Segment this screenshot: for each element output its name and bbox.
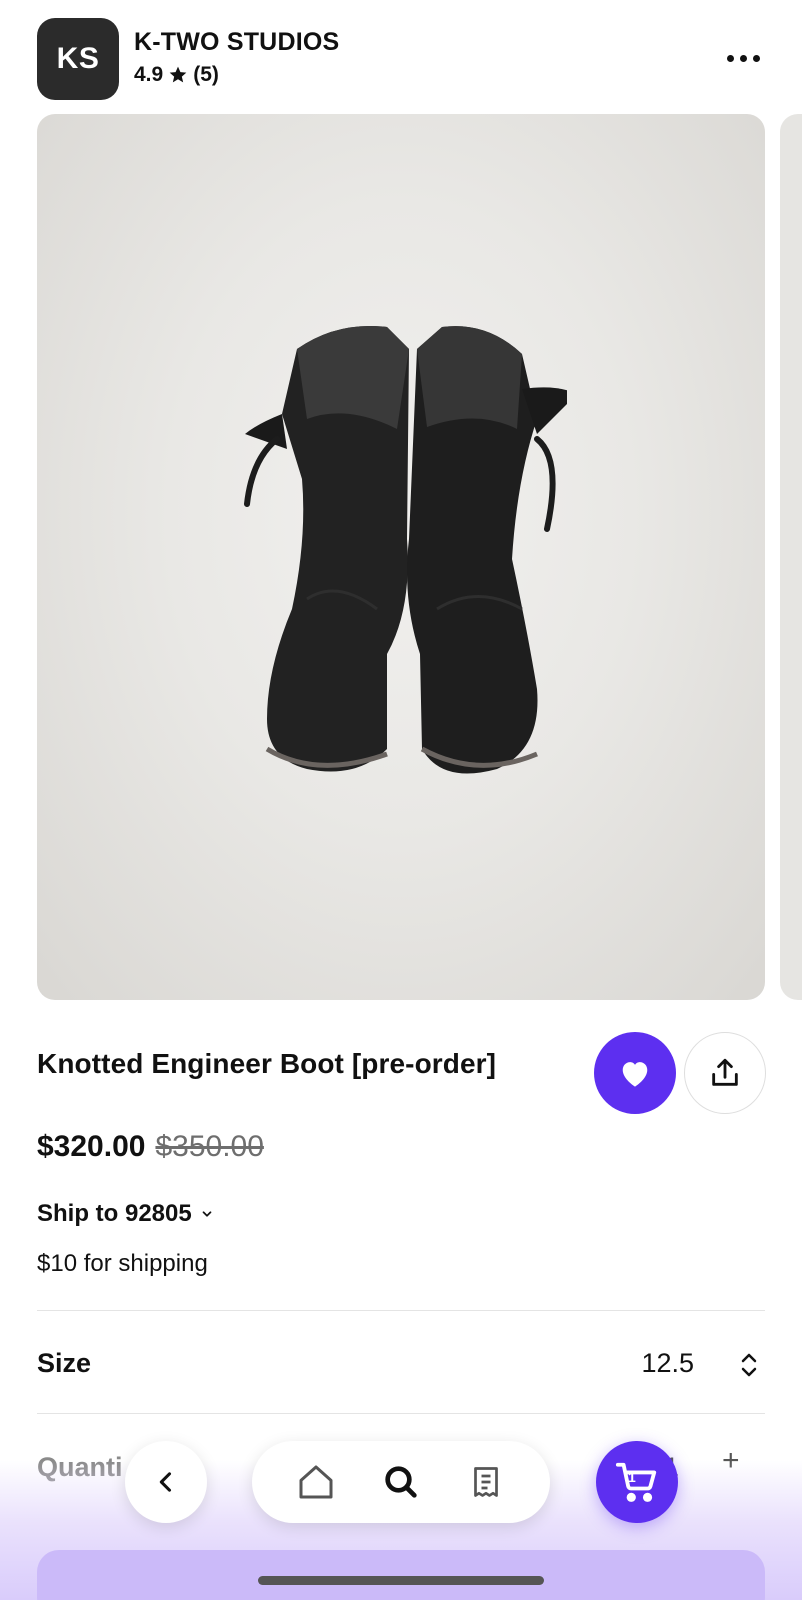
divider <box>37 1310 765 1311</box>
back-button[interactable] <box>125 1441 207 1523</box>
chevron-down-icon <box>202 1211 212 1217</box>
more-dot-icon <box>752 54 760 62</box>
product-photo-boots <box>244 325 567 774</box>
ship-to-selector[interactable]: Ship to 92805 <box>37 1200 214 1228</box>
shop-rating[interactable]: 4.9 (5) <box>134 63 219 87</box>
current-price: $320.00 <box>37 1130 146 1163</box>
more-options-button[interactable] <box>721 46 765 70</box>
home-icon <box>299 1465 333 1499</box>
up-down-chevron-icon[interactable] <box>738 1350 760 1380</box>
share-icon <box>712 1058 738 1086</box>
receipt-icon <box>473 1467 498 1497</box>
share-button[interactable] <box>684 1032 766 1114</box>
price-row: $320.00 $350.00 <box>37 1130 264 1164</box>
divider <box>37 1413 765 1414</box>
original-price: $350.00 <box>155 1130 264 1163</box>
product-title: Knotted Engineer Boot [pre-order] <box>37 1048 497 1079</box>
shop-avatar[interactable]: KS <box>37 18 119 100</box>
shop-initials: KS <box>56 42 100 75</box>
cart-count-badge: 1 <box>628 1469 636 1485</box>
shop-name[interactable]: K-TWO STUDIOS <box>134 28 339 57</box>
review-count: (5) <box>193 63 219 86</box>
nav-search[interactable] <box>379 1460 423 1504</box>
add-to-cart-bar[interactable] <box>37 1550 765 1600</box>
more-dot-icon <box>726 54 734 62</box>
size-value[interactable]: 12.5 <box>641 1348 694 1379</box>
star-icon <box>169 66 187 83</box>
bottom-nav-pill <box>252 1441 550 1523</box>
nav-home[interactable] <box>294 1460 338 1504</box>
size-label: Size <box>37 1348 92 1378</box>
cart-button[interactable]: 1 <box>596 1441 678 1523</box>
ship-to-label: Ship to 92805 <box>37 1200 192 1227</box>
shipping-cost: $10 for shipping <box>37 1250 208 1277</box>
heart-icon <box>622 1062 648 1087</box>
search-icon <box>385 1466 417 1498</box>
cart-icon <box>615 1462 657 1502</box>
product-image-carousel[interactable] <box>37 114 765 1000</box>
shop-header: KS K-TWO STUDIOS 4.9 (5) <box>37 16 765 100</box>
nav-orders[interactable] <box>464 1460 508 1504</box>
next-image-peek[interactable] <box>780 114 802 1000</box>
rating-value: 4.9 <box>134 63 164 86</box>
favorite-button[interactable] <box>594 1032 676 1114</box>
home-indicator <box>258 1576 544 1585</box>
chevron-left-icon <box>159 1472 172 1492</box>
more-dot-icon <box>739 54 747 62</box>
